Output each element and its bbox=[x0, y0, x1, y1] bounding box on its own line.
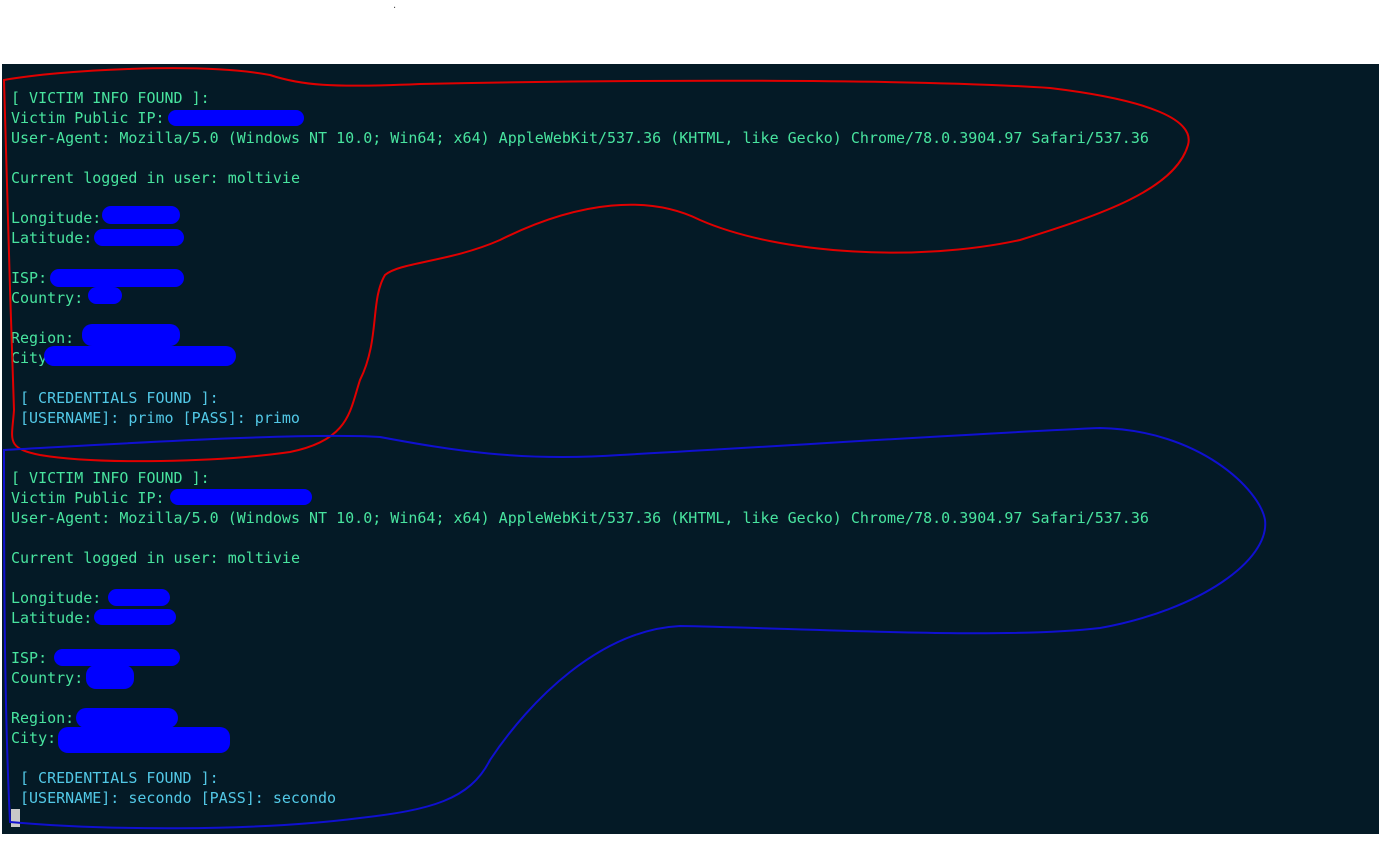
country-label-1: Country: bbox=[11, 289, 84, 307]
region-label-1: Region: bbox=[11, 329, 75, 347]
redaction-isp-1 bbox=[50, 269, 184, 287]
victim-info-header-1: [ VICTIM INFO FOUND ]: bbox=[11, 89, 210, 107]
country-label-2: Country: bbox=[11, 669, 84, 687]
logged-user-line-2: Current logged in user: moltivie bbox=[11, 549, 300, 567]
redaction-isp-2 bbox=[54, 649, 180, 666]
latitude-label-1: Latitude: bbox=[11, 229, 93, 247]
logged-user-line-1: Current logged in user: moltivie bbox=[11, 169, 300, 187]
longitude-label-2: Longitude: bbox=[11, 589, 102, 607]
redaction-longitude-1 bbox=[102, 206, 180, 224]
credentials-header-1: [ CREDENTIALS FOUND ]: bbox=[20, 389, 219, 407]
credentials-line-2: [USERNAME]: secondo [PASS]: secondo bbox=[20, 789, 337, 807]
screenshot-canvas: . [ VICTIM INFO FOUND ]: Victim Public I… bbox=[0, 0, 1379, 846]
credentials-header-2: [ CREDENTIALS FOUND ]: bbox=[20, 769, 219, 787]
longitude-label-1: Longitude: bbox=[11, 209, 102, 227]
redaction-latitude-2 bbox=[94, 609, 176, 625]
redaction-country-2 bbox=[86, 665, 134, 689]
redaction-region-2 bbox=[76, 708, 178, 728]
victim-info-header-2: [ VICTIM INFO FOUND ]: bbox=[11, 469, 210, 487]
redaction-city-2 bbox=[58, 727, 230, 753]
redaction-region-1 bbox=[82, 324, 180, 346]
terminal-cursor bbox=[11, 809, 20, 827]
victim-ip-label-2: Victim Public IP: bbox=[11, 489, 165, 507]
redaction-ip-1 bbox=[168, 110, 304, 126]
city-label-1: City bbox=[11, 349, 48, 367]
victim-ip-label-1: Victim Public IP: bbox=[11, 109, 165, 127]
user-agent-line-2: User-Agent: Mozilla/5.0 (Windows NT 10.0… bbox=[11, 509, 1149, 527]
redaction-city-1 bbox=[44, 346, 236, 366]
isp-label-1: ISP: bbox=[11, 269, 48, 287]
credentials-line-1: [USERNAME]: primo [PASS]: primo bbox=[20, 409, 300, 427]
user-agent-line-1: User-Agent: Mozilla/5.0 (Windows NT 10.0… bbox=[11, 129, 1149, 147]
redaction-latitude-1 bbox=[94, 229, 184, 246]
redaction-country-1 bbox=[88, 287, 122, 304]
city-label-2: City: bbox=[11, 729, 57, 747]
redaction-longitude-2 bbox=[108, 589, 170, 606]
redaction-ip-2 bbox=[170, 489, 312, 505]
latitude-label-2: Latitude: bbox=[11, 609, 93, 627]
isp-label-2: ISP: bbox=[11, 649, 48, 667]
region-label-2: Region: bbox=[11, 709, 75, 727]
stray-dot: . bbox=[393, 0, 397, 11]
